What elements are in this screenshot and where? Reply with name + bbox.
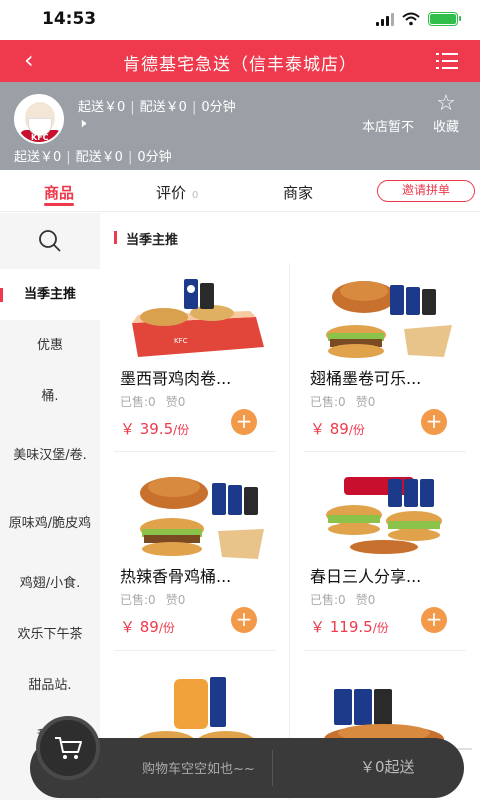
tab-bar: 商品 评价 0 商家 邀请拼单: [0, 170, 480, 212]
cart-empty-text: 购物车空空如也~~: [142, 762, 255, 777]
active-tab-indicator: [44, 203, 74, 206]
product-price: ￥ 39.5/份: [120, 420, 190, 438]
list-menu-icon[interactable]: [436, 52, 458, 70]
category-item[interactable]: 优惠: [0, 320, 100, 371]
tab-products[interactable]: 商品: [44, 182, 74, 203]
svg-text:KFC: KFC: [174, 337, 188, 345]
product-stats: 已售:0 赞0: [120, 593, 186, 607]
category-item[interactable]: 桶.: [0, 371, 100, 422]
category-item[interactable]: 欢乐下午茶: [0, 609, 100, 660]
tab-merchant[interactable]: 商家: [283, 182, 313, 203]
product-image: [140, 477, 264, 559]
status-icons: [376, 12, 461, 26]
add-to-cart-button[interactable]: +: [231, 607, 257, 633]
tab-reviews[interactable]: 评价 0: [156, 182, 198, 203]
delivery-info: 起送￥0 | 配送￥0 | 0分钟: [78, 100, 236, 115]
shopping-cart-icon: [55, 737, 82, 759]
min-order-label[interactable]: ￥0起送: [360, 756, 415, 777]
invite-group-order-button[interactable]: 邀请拼单: [377, 180, 475, 202]
section-title: 当季主推: [114, 229, 178, 248]
add-to-cart-button[interactable]: +: [421, 409, 447, 435]
wifi-icon: [402, 12, 420, 26]
delivery-info-secondary: 起送￥0 | 配送￥0 | 0分钟: [14, 150, 172, 165]
category-item[interactable]: 甜品站.: [0, 660, 100, 711]
divider: [272, 750, 273, 786]
signal-icon: [376, 12, 394, 26]
product-price: ￥ 89/份: [310, 420, 365, 438]
product-name: 热辣香骨鸡桶...: [120, 567, 232, 586]
search-button[interactable]: [0, 213, 100, 269]
store-notice: 本店暂不: [362, 120, 415, 135]
product-stats: 已售:0 赞0: [310, 395, 376, 409]
status-time: 14:53: [42, 9, 97, 29]
product-name: 翅桶墨卷可乐...: [310, 369, 422, 388]
product-image: [326, 477, 442, 554]
product-stats: 已售:0 赞0: [120, 395, 186, 409]
product-stats: 已售:0 赞0: [310, 593, 376, 607]
kfc-logo: KFC: [14, 94, 64, 144]
title-bar: ‹ 肯德基宅急送（信丰泰城店）: [0, 40, 480, 82]
product-card[interactable]: 热辣香骨鸡桶... 已售:0 赞0 ￥ 89/份 +: [100, 463, 290, 650]
product-card[interactable]: 翅桶墨卷可乐... 已售:0 赞0 ￥ 89/份 +: [290, 265, 480, 452]
battery-icon: [428, 12, 461, 26]
product-name: 墨西哥鸡肉卷...: [120, 369, 232, 388]
category-item[interactable]: 美味汉堡/卷.: [0, 422, 100, 490]
product-list: 当季主推 KFC 墨西哥鸡肉卷... 已售:0 赞0 ￥ 39.5/份 + 翅桶…: [100, 213, 480, 800]
category-item[interactable]: 原味鸡/脆皮鸡: [0, 490, 100, 558]
cart-button[interactable]: [36, 716, 100, 780]
page-title: 肯德基宅急送（信丰泰城店）: [123, 55, 357, 75]
search-icon: [39, 230, 61, 252]
add-to-cart-button[interactable]: +: [231, 409, 257, 435]
store-header: KFC 起送￥0 | 配送￥0 | 0分钟 🕨 本店暂不 ☆ 收藏 起送￥0 | 配送￥0 |…: [0, 82, 480, 170]
status-bar: 14:53: [0, 0, 480, 40]
speaker-icon: 🕨: [78, 116, 87, 131]
favorite-label: 收藏: [432, 120, 459, 135]
product-name: 春日三人分享...: [310, 567, 422, 586]
product-image: KFC: [132, 279, 264, 357]
product-card[interactable]: 春日三人分享... 已售:0 赞0 ￥ 119.5/份 +: [290, 463, 480, 650]
category-item[interactable]: 当季主推: [0, 269, 100, 320]
product-price: ￥ 89/份: [120, 618, 175, 636]
product-card[interactable]: KFC 墨西哥鸡肉卷... 已售:0 赞0 ￥ 39.5/份 +: [100, 265, 290, 452]
add-to-cart-button[interactable]: +: [421, 607, 447, 633]
star-icon: ☆: [436, 91, 456, 116]
category-sidebar: 当季主推 优惠 桶. 美味汉堡/卷. 原味鸡/脆皮鸡 鸡翅/小食. 欢乐下午茶 …: [0, 213, 100, 800]
product-price: ￥ 119.5/份: [310, 618, 389, 636]
favorite-button[interactable]: ☆ 收藏: [426, 91, 466, 136]
product-image: [326, 281, 452, 358]
divider: [114, 650, 276, 651]
divider: [304, 650, 466, 651]
app-screen: 14:53 ‹ 肯德基宅急送（信丰泰城店） KFC 起送￥0 | 配送￥0 | …: [0, 0, 480, 800]
category-item[interactable]: 鸡翅/小食.: [0, 558, 100, 609]
